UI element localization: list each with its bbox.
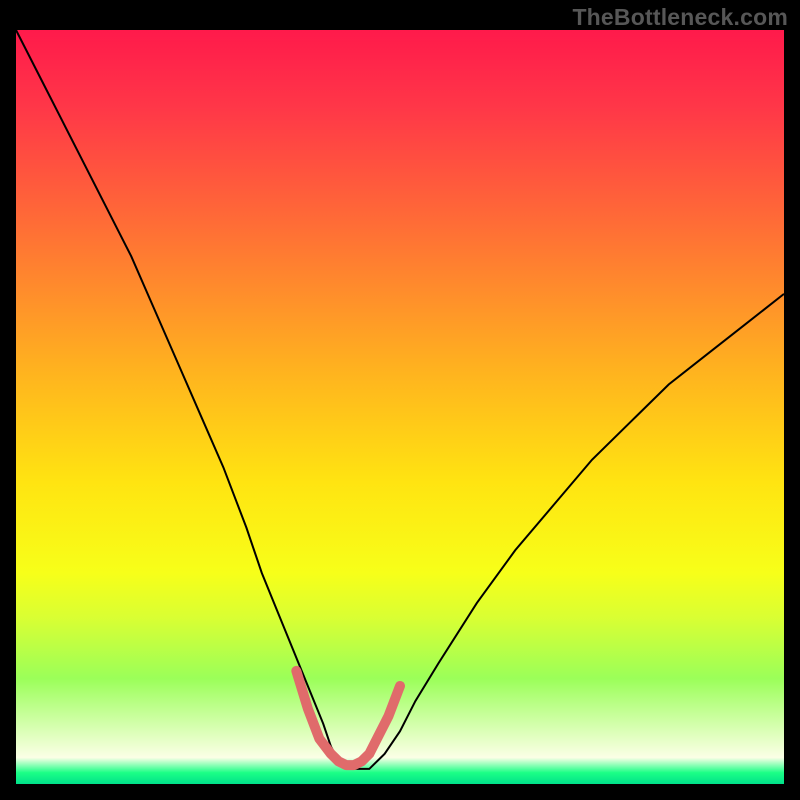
bottleneck-curve bbox=[16, 30, 784, 769]
plot-area bbox=[16, 30, 784, 784]
curve-layer bbox=[16, 30, 784, 784]
trough-highlight bbox=[296, 671, 400, 765]
chart-frame: TheBottleneck.com bbox=[0, 0, 800, 800]
watermark-label: TheBottleneck.com bbox=[572, 4, 788, 31]
